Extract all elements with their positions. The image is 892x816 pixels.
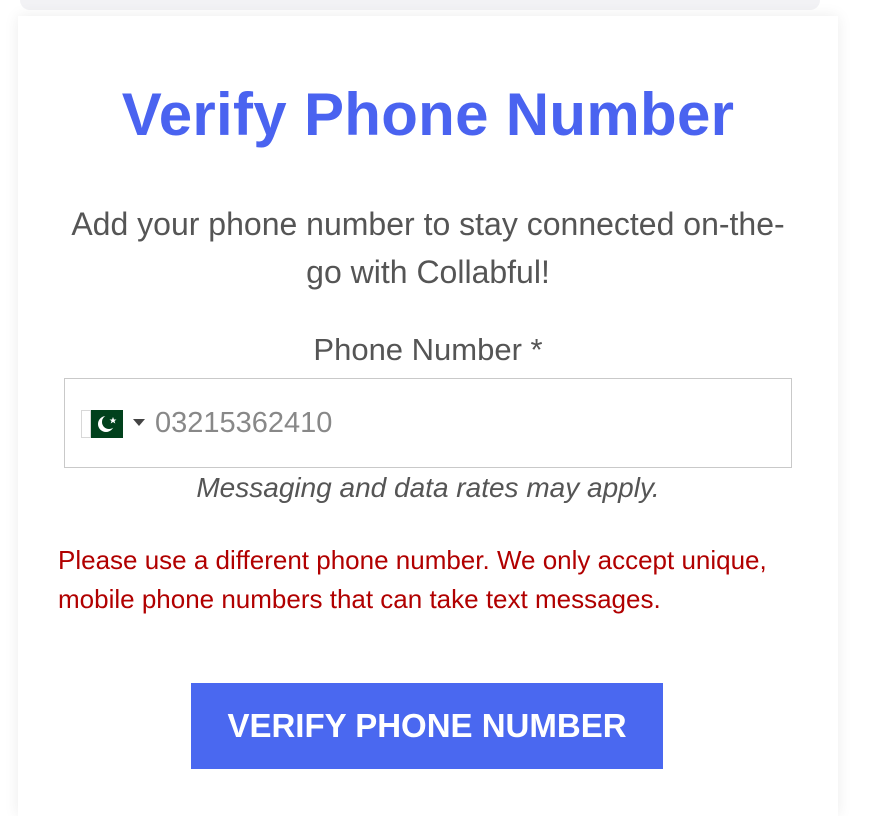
page-subtitle: Add your phone number to stay connected … — [71, 206, 785, 290]
background-edge — [20, 0, 820, 10]
phone-number-label: Phone Number * — [313, 332, 543, 367]
flag-white-band — [81, 410, 91, 438]
page-title: Verify Phone Number — [121, 81, 735, 148]
crescent-star-icon — [98, 415, 117, 432]
flag-green-band — [91, 410, 123, 438]
country-dropdown-chevron-icon[interactable] — [133, 419, 145, 426]
pakistan-flag-icon[interactable] — [81, 410, 123, 438]
phone-number-input[interactable] — [155, 399, 755, 447]
verify-phone-card: Verify Phone Number Add your phone numbe… — [18, 16, 838, 816]
phone-number-field — [64, 378, 792, 468]
error-message: Please use a different phone number. We … — [58, 545, 767, 614]
rates-note: Messaging and data rates may apply. — [196, 472, 660, 503]
verify-phone-button[interactable]: VERIFY PHONE NUMBER — [191, 683, 663, 769]
